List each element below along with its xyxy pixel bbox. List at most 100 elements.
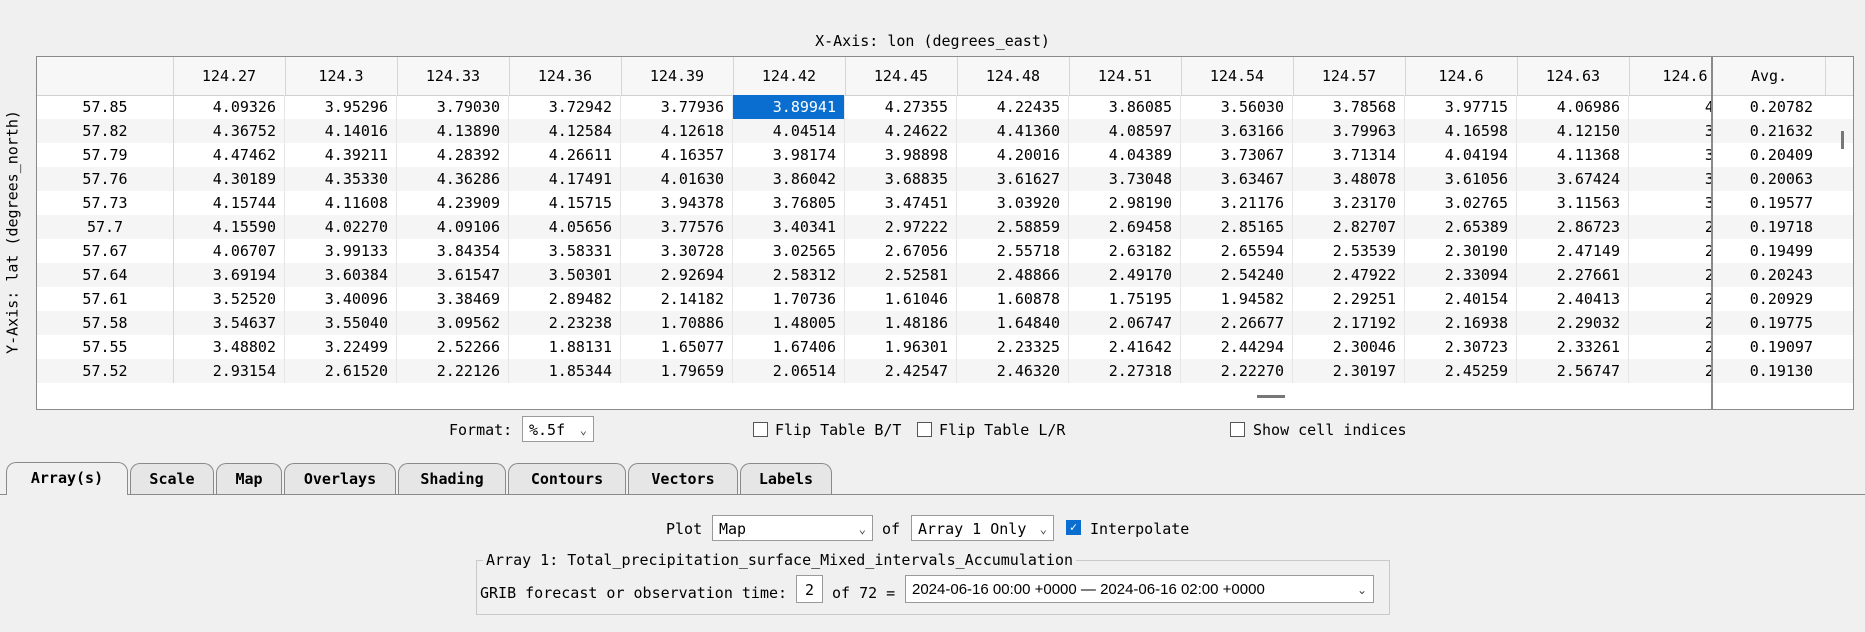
table-cell[interactable]: 2.42547 <box>845 359 957 383</box>
row-header[interactable]: 57.64 <box>37 263 174 287</box>
table-cell[interactable]: 3.78568 <box>1293 95 1405 119</box>
table-cell[interactable]: 2.46320 <box>957 359 1069 383</box>
table-cell[interactable]: 4.02270 <box>285 215 397 239</box>
tab-overlays[interactable]: Overlays <box>284 463 396 494</box>
tab-vectors[interactable]: Vectors <box>628 463 738 494</box>
table-cell[interactable]: 3.55040 <box>285 311 397 335</box>
table-cell[interactable]: 3.73067 <box>1181 143 1293 167</box>
table-cell[interactable]: 2.63182 <box>1069 239 1181 263</box>
table-cell[interactable]: 3.77936 <box>621 95 733 119</box>
table-cell[interactable]: 4.11608 <box>285 191 397 215</box>
table-cell[interactable]: 4.22435 <box>957 95 1069 119</box>
table-cell[interactable]: 4.04514 <box>733 119 845 143</box>
table-cell[interactable]: 2.27661 <box>1517 263 1629 287</box>
table-cell[interactable]: 4.24622 <box>845 119 957 143</box>
table-cell[interactable]: 2.30046 <box>1293 335 1405 359</box>
table-cell[interactable]: 3.61056 <box>1405 167 1517 191</box>
table-cell[interactable]: 3.50301 <box>509 263 621 287</box>
flip-lr-checkbox[interactable] <box>917 422 932 437</box>
table-cell[interactable]: 2.85165 <box>1181 215 1293 239</box>
column-header[interactable]: 124.6 <box>1405 57 1518 95</box>
table-cell[interactable]: 4.36752 <box>173 119 285 143</box>
table-cell[interactable]: 2.61520 <box>285 359 397 383</box>
plot-type-select[interactable]: Map ⌄ <box>712 515 873 541</box>
table-cell[interactable]: 4.35330 <box>285 167 397 191</box>
table-cell[interactable]: 4.12618 <box>621 119 733 143</box>
row-header[interactable]: 57.73 <box>37 191 174 215</box>
table-cell[interactable]: 4.41360 <box>957 119 1069 143</box>
table-cell[interactable]: 2.82707 <box>1293 215 1405 239</box>
column-header[interactable]: 124.48 <box>957 57 1070 95</box>
column-header[interactable]: 124.45 <box>845 57 958 95</box>
table-cell[interactable]: 2.44294 <box>1181 335 1293 359</box>
table-cell[interactable]: 2.14182 <box>621 287 733 311</box>
table-cell[interactable]: 3.76805 <box>733 191 845 215</box>
table-cell[interactable]: 1.65077 <box>621 335 733 359</box>
column-header[interactable]: 124.6 <box>1629 57 1711 95</box>
table-cell[interactable]: 3.3 <box>1629 191 1711 215</box>
table-cell[interactable]: 3.09562 <box>397 311 509 335</box>
table-cell[interactable]: 4.28392 <box>397 143 509 167</box>
table-cell[interactable]: 3.71314 <box>1293 143 1405 167</box>
table-cell[interactable]: 3.95296 <box>285 95 397 119</box>
tab-arrays[interactable]: Array(s) <box>6 462 128 495</box>
table-cell[interactable]: 2.30190 <box>1405 239 1517 263</box>
table-cell[interactable]: 2.52581 <box>845 263 957 287</box>
table-cell[interactable]: 3.11563 <box>1517 191 1629 215</box>
table-cell[interactable]: 1.70736 <box>733 287 845 311</box>
tab-scale[interactable]: Scale <box>130 463 214 494</box>
table-cell[interactable]: 2.55718 <box>957 239 1069 263</box>
table-cell[interactable]: 2.56747 <box>1517 359 1629 383</box>
table-cell[interactable]: 2.30723 <box>1405 335 1517 359</box>
table-cell[interactable]: 3.56030 <box>1181 95 1293 119</box>
table-cell[interactable]: 4.04389 <box>1069 143 1181 167</box>
table-cell[interactable]: 3.67424 <box>1517 167 1629 191</box>
table-cell[interactable]: 2.52266 <box>397 335 509 359</box>
table-cell[interactable]: 3.48078 <box>1293 167 1405 191</box>
tab-labels[interactable]: Labels <box>740 463 832 494</box>
vertical-scroll-thumb[interactable] <box>1841 131 1844 149</box>
table-cell[interactable]: 3.54637 <box>173 311 285 335</box>
table-cell[interactable]: 3.02765 <box>1405 191 1517 215</box>
column-header[interactable]: 124.3 <box>285 57 398 95</box>
table-cell[interactable]: 2.97222 <box>845 215 957 239</box>
table-cell[interactable]: 3.98174 <box>733 143 845 167</box>
table-cell[interactable]: 2.49170 <box>1069 263 1181 287</box>
table-cell[interactable]: 3.89941 <box>733 95 845 119</box>
table-cell[interactable]: 2.58312 <box>733 263 845 287</box>
table-cell[interactable]: 1.85344 <box>509 359 621 383</box>
table-cell[interactable]: 2.40154 <box>1405 287 1517 311</box>
table-cell[interactable]: 4.16598 <box>1405 119 1517 143</box>
table-cell[interactable]: 4.13890 <box>397 119 509 143</box>
table-cell[interactable]: 2.69458 <box>1069 215 1181 239</box>
table-cell[interactable]: 2.22126 <box>397 359 509 383</box>
table-cell[interactable]: 2.2 <box>1629 287 1711 311</box>
format-select[interactable]: %.5f ⌄ <box>522 416 594 442</box>
table-cell[interactable]: 3.30728 <box>621 239 733 263</box>
data-table[interactable]: 124.27 124.3 124.33 124.36 124.39 124.42 124.4… <box>36 56 1712 410</box>
table-cell[interactable]: 2.30197 <box>1293 359 1405 383</box>
row-header[interactable]: 57.52 <box>37 359 174 383</box>
row-header[interactable]: 57.85 <box>37 95 174 119</box>
table-cell[interactable]: 2.92694 <box>621 263 733 287</box>
table-cell[interactable]: 4.47462 <box>173 143 285 167</box>
table-cell[interactable]: 2.2 <box>1629 311 1711 335</box>
table-cell[interactable]: 2.53539 <box>1293 239 1405 263</box>
table-cell[interactable]: 3.77576 <box>621 215 733 239</box>
table-cell[interactable]: 4.15715 <box>509 191 621 215</box>
table-cell[interactable]: 2.67056 <box>845 239 957 263</box>
table-cell[interactable]: 2.54240 <box>1181 263 1293 287</box>
table-cell[interactable]: 3.02565 <box>733 239 845 263</box>
table-cell[interactable]: 1.70886 <box>621 311 733 335</box>
table-cell[interactable]: 2.22270 <box>1181 359 1293 383</box>
table-cell[interactable]: 3.98898 <box>845 143 957 167</box>
table-cell[interactable]: 2.65389 <box>1405 215 1517 239</box>
average-panel[interactable]: Avg. 0.20782 0.21632 0.20409 0.20063 0.19577… <box>1712 56 1854 410</box>
table-cell[interactable]: 4.01630 <box>621 167 733 191</box>
table-cell[interactable]: 4.14016 <box>285 119 397 143</box>
row-header[interactable]: 57.55 <box>37 335 174 359</box>
table-cell[interactable]: 4.11368 <box>1517 143 1629 167</box>
table-cell[interactable]: 4.12584 <box>509 119 621 143</box>
tab-shading[interactable]: Shading <box>398 463 506 494</box>
table-cell[interactable]: 4.12150 <box>1517 119 1629 143</box>
